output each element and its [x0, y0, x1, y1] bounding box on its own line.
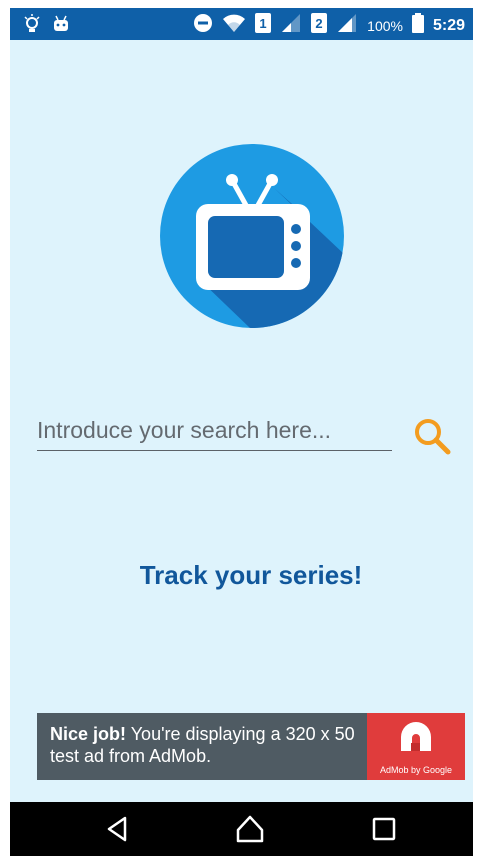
back-button[interactable]: [103, 814, 133, 844]
sim-2-label: 2: [316, 16, 323, 31]
signal-icon: [336, 13, 358, 38]
status-bar: 1 2 100% 5:29: [10, 8, 473, 40]
admob-icon: [401, 722, 431, 751]
battery-icon: [411, 13, 424, 38]
tagline: Track your series!: [139, 560, 363, 590]
sim-2-icon: 2: [311, 13, 328, 38]
search-input[interactable]: [37, 415, 392, 451]
lightbulb-icon: [24, 14, 40, 39]
ad-banner[interactable]: Nice job! You're displaying a 320 x 50 t…: [37, 713, 465, 780]
home-icon[interactable]: [235, 814, 265, 844]
app-screen: 1 2 100% 5:29 Introduce your search here…: [10, 8, 473, 856]
recents-icon[interactable]: [369, 814, 399, 844]
do-not-disturb-icon: [193, 13, 213, 38]
navigation-bar: [10, 802, 473, 856]
signal-icon: [280, 13, 302, 38]
android-icon: [52, 15, 70, 38]
battery-percent: 100%: [367, 17, 403, 34]
admob-logo: AdMob by Google: [367, 713, 465, 780]
tv-logo-icon: [160, 144, 344, 328]
ad-logo-caption: AdMob by Google: [379, 765, 453, 775]
sim-1-label: 1: [260, 16, 267, 31]
wifi-icon: [222, 13, 246, 38]
main-content: Track your series! Nice job! You're disp…: [10, 40, 473, 802]
sim-1-icon: 1: [255, 13, 272, 38]
ad-text: Nice job! You're displaying a 320 x 50 t…: [50, 723, 365, 767]
recents-button[interactable]: [369, 814, 399, 844]
home-button[interactable]: [235, 814, 265, 844]
search-button[interactable]: [412, 416, 454, 458]
ad-headline: Nice job!: [50, 724, 127, 744]
back-icon[interactable]: [103, 814, 133, 844]
clock: 5:29: [432, 16, 465, 34]
search-icon[interactable]: [412, 416, 454, 458]
